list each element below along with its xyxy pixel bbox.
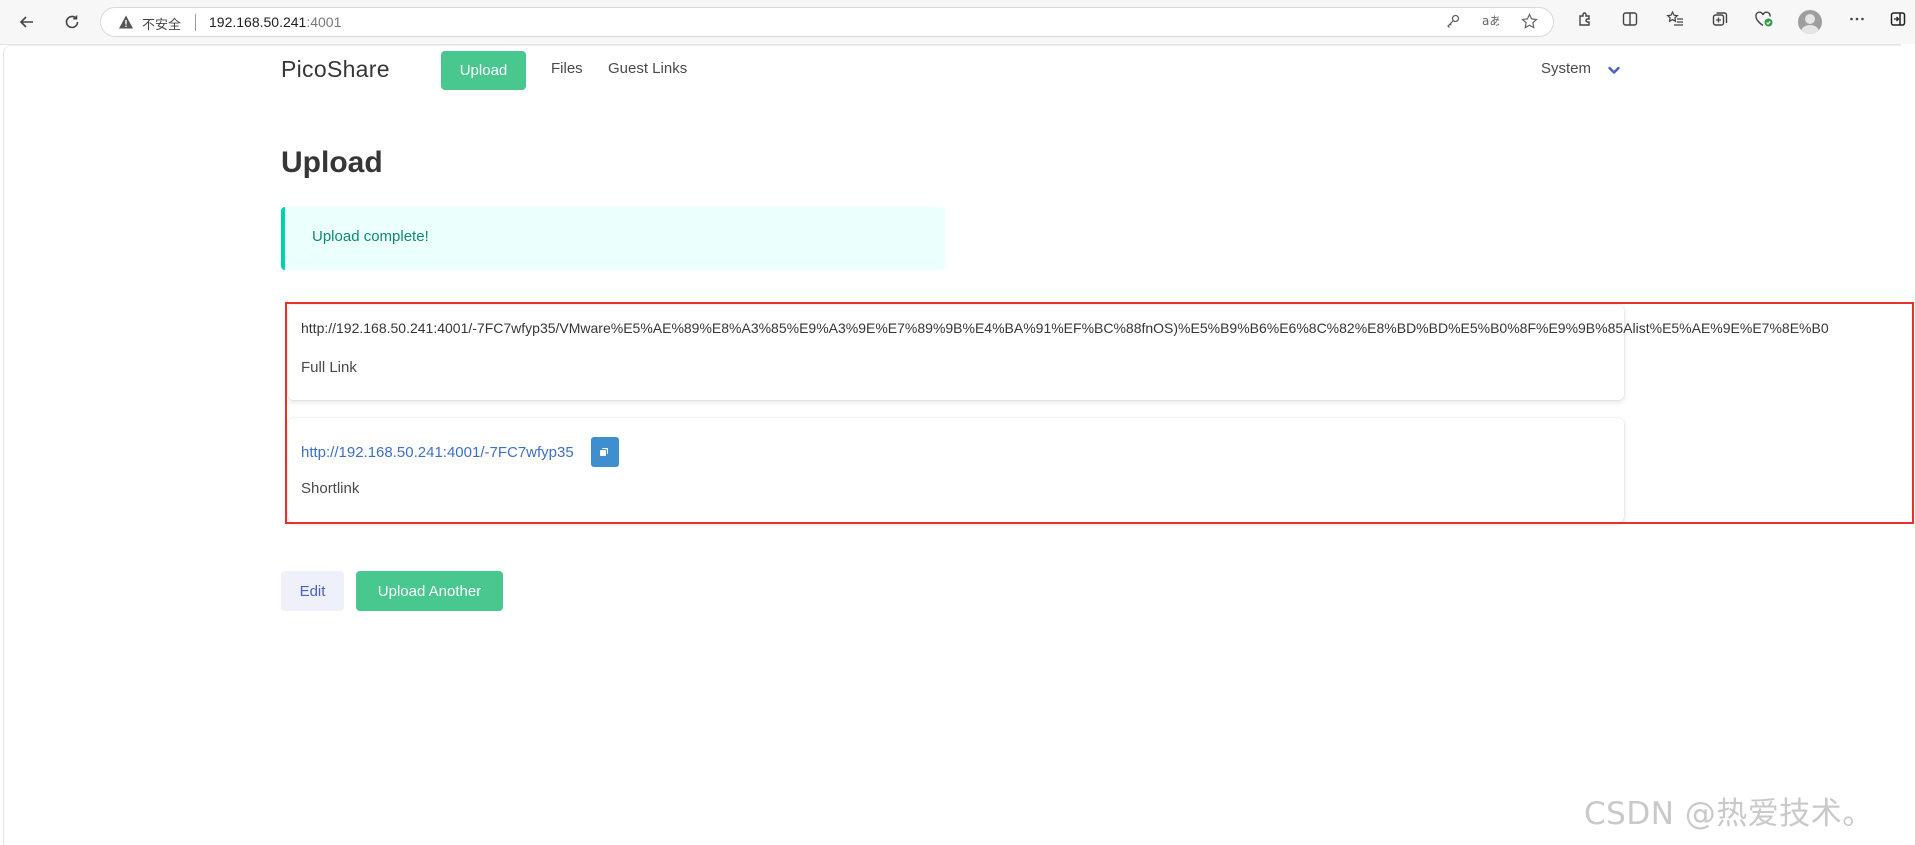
back-arrow-icon[interactable] — [14, 9, 40, 35]
nav-files-link[interactable]: Files — [551, 60, 583, 77]
address-bar[interactable]: 不安全 192.168.50.241:4001 aあ — [100, 7, 1554, 37]
favorites-list-icon[interactable] — [1663, 10, 1687, 34]
edit-button[interactable]: Edit — [281, 571, 344, 611]
read-aloud-icon[interactable]: aあ — [1480, 13, 1501, 33]
nav-upload-button[interactable]: Upload — [441, 51, 526, 90]
browser-essentials-icon[interactable] — [1752, 10, 1776, 34]
upload-another-button[interactable]: Upload Another — [356, 571, 503, 611]
security-label[interactable]: 不安全 — [142, 14, 181, 33]
address-host: 192.168.50.241 — [209, 14, 307, 30]
sidebar-toggle-icon[interactable] — [1886, 10, 1910, 34]
more-menu-icon[interactable] — [1845, 10, 1869, 34]
watermark: CSDN @热爱技术。 — [1584, 796, 1874, 832]
browser-toolbar: 不安全 192.168.50.241:4001 aあ — [0, 0, 1915, 45]
address-port: :4001 — [306, 14, 342, 30]
nav-guest-links-link[interactable]: Guest Links — [608, 60, 687, 77]
svg-text:aあ: aあ — [1482, 14, 1499, 28]
warning-icon[interactable] — [118, 14, 134, 30]
refresh-icon[interactable] — [59, 9, 85, 35]
address-divider — [195, 14, 196, 31]
red-highlight-box — [285, 302, 1914, 524]
system-menu[interactable]: System — [1541, 60, 1591, 77]
profile-avatar-icon[interactable] — [1798, 10, 1822, 34]
notification-text: Upload complete! — [312, 228, 429, 245]
favorite-star-icon[interactable] — [1519, 13, 1539, 33]
collections-icon[interactable] — [1708, 10, 1732, 34]
chevron-down-icon[interactable] — [1606, 62, 1622, 78]
brand-logo[interactable]: PicoShare — [281, 56, 390, 83]
upload-complete-notification: Upload complete! — [281, 207, 945, 270]
extensions-puzzle-icon[interactable] — [1573, 10, 1597, 34]
split-screen-icon[interactable] — [1618, 10, 1642, 34]
key-icon[interactable] — [1443, 13, 1463, 33]
address-url[interactable]: 192.168.50.241:4001 — [209, 14, 341, 30]
page-title: Upload — [281, 146, 383, 179]
